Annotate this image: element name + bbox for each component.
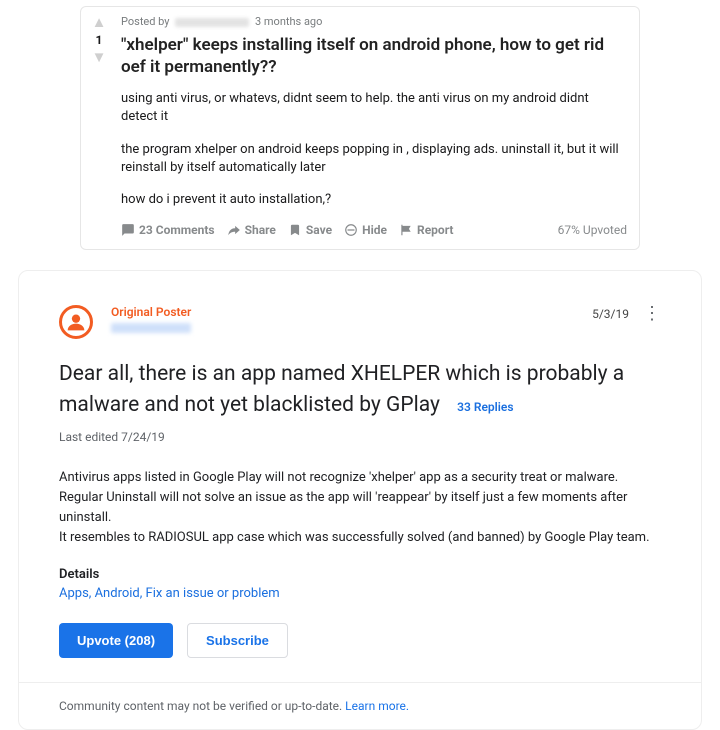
post-body: using anti virus, or whatevs, didnt seem… <box>121 90 627 209</box>
gpost-line: Regular Uninstall will not solve an issu… <box>59 488 661 528</box>
upvote-arrow-icon[interactable]: ▲ <box>81 15 117 30</box>
last-edited: Last edited 7/24/19 <box>59 430 661 444</box>
report-button[interactable]: Report <box>399 223 453 237</box>
post-title[interactable]: "xhelper" keeps installing itself on and… <box>121 34 627 78</box>
comments-button[interactable]: 23 Comments <box>121 223 215 237</box>
footer-text: Community content may not be verified or… <box>59 699 345 713</box>
bookmark-icon <box>288 223 302 237</box>
hide-button[interactable]: Hide <box>344 223 387 237</box>
downvote-arrow-icon[interactable]: ▼ <box>81 50 117 65</box>
post-paragraph: using anti virus, or whatevs, didnt seem… <box>121 90 627 126</box>
gpost-author-blurred <box>111 323 191 333</box>
upvote-button[interactable]: Upvote (208) <box>59 623 173 658</box>
save-button[interactable]: Save <box>288 223 332 237</box>
avatar <box>59 305 93 339</box>
upvote-percent: 67% Upvoted <box>558 223 627 237</box>
person-icon <box>66 312 86 332</box>
post-actions: 23 Comments Share Save Hide Report 67% U… <box>121 223 627 237</box>
gpost-title: Dear all, there is an app named XHELPER … <box>59 359 661 420</box>
gpost-buttons: Upvote (208) Subscribe <box>59 623 661 658</box>
more-menu-icon[interactable]: ⋮ <box>643 305 661 323</box>
comment-icon <box>121 223 135 237</box>
save-label: Save <box>306 223 332 237</box>
post-paragraph: the program xhelper on android keeps pop… <box>121 141 627 177</box>
reddit-post-card: ▲ 1 ▼ Posted by 3 months ago "xhelper" k… <box>80 6 640 250</box>
post-meta: Posted by 3 months ago <box>121 15 627 28</box>
post-main: Posted by 3 months ago "xhelper" keeps i… <box>117 7 639 249</box>
author-blurred <box>175 18 249 27</box>
original-poster-badge: Original Poster <box>111 305 592 319</box>
posted-time: 3 months ago <box>255 15 322 28</box>
replies-link[interactable]: 33 Replies <box>457 400 513 414</box>
comments-label: 23 Comments <box>139 223 215 237</box>
gpost-title-text: Dear all, there is an app named XHELPER … <box>59 362 624 416</box>
flag-icon <box>399 223 413 237</box>
learn-more-link[interactable]: Learn more. <box>345 699 409 713</box>
subscribe-button[interactable]: Subscribe <box>187 623 288 658</box>
gpost-header: Original Poster 5/3/19 ⋮ <box>59 305 661 339</box>
report-label: Report <box>417 223 453 237</box>
hide-icon <box>344 223 358 237</box>
details-label: Details <box>59 567 661 582</box>
details-links[interactable]: Apps, Android, Fix an issue or problem <box>59 586 661 601</box>
gpost-body: Antivirus apps listed in Google Play wil… <box>59 468 661 549</box>
gpost-line: Antivirus apps listed in Google Play wil… <box>59 468 661 488</box>
post-paragraph: how do i prevent it auto installation,? <box>121 191 627 209</box>
gpost-date: 5/3/19 <box>592 307 629 321</box>
google-post-card: Original Poster 5/3/19 ⋮ Dear all, there… <box>18 270 702 729</box>
share-icon <box>227 223 241 237</box>
posted-by-prefix: Posted by <box>121 15 170 28</box>
share-label: Share <box>245 223 276 237</box>
vote-score: 1 <box>81 33 117 47</box>
share-button[interactable]: Share <box>227 223 276 237</box>
gpost-footer: Community content may not be verified or… <box>19 682 701 729</box>
vote-column: ▲ 1 ▼ <box>81 7 117 249</box>
hide-label: Hide <box>362 223 387 237</box>
gpost-line: It resembles to RADIOSUL app case which … <box>59 528 661 548</box>
